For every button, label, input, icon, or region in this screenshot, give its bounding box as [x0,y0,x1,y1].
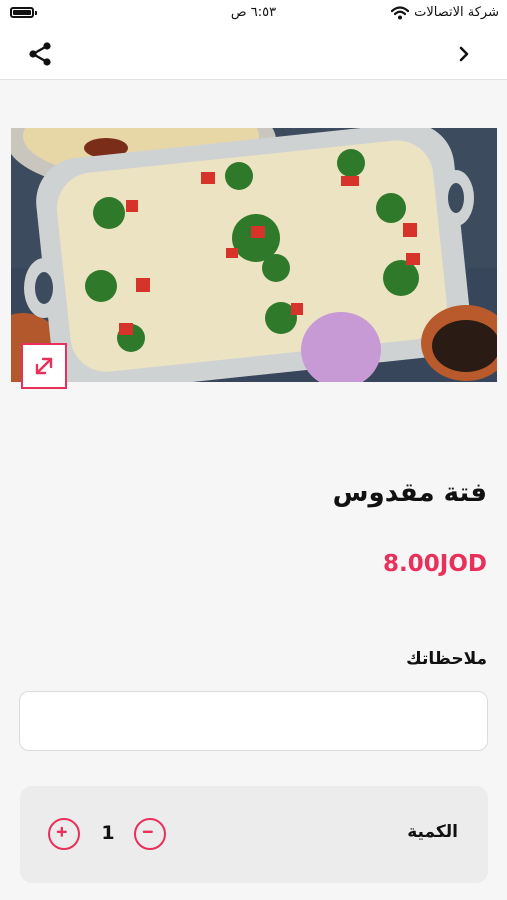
product-title: فتة مقدوس [332,478,487,508]
status-bar: ٦:٥٣ ص شركة الاتصالات [0,0,507,28]
expand-arrows-icon [35,357,53,375]
notes-input[interactable] [19,691,488,751]
top-nav-bar [0,28,507,80]
chevron-right-icon[interactable] [457,42,473,66]
notes-label: ملاحظاتك [406,649,487,669]
carrier-name: شركة الاتصالات [414,5,499,20]
wifi-icon [391,6,409,20]
minus-circle-icon[interactable] [134,818,166,850]
share-icon[interactable] [26,40,54,68]
quantity-label: الكمية [407,822,458,842]
product-price: 8.00JOD [383,551,487,577]
quantity-value: 1 [101,822,115,844]
product-image [11,128,497,382]
plus-circle-icon[interactable] [48,818,80,850]
quantity-panel: الكمية 1 [20,786,488,883]
expand-image-button[interactable] [21,343,67,389]
